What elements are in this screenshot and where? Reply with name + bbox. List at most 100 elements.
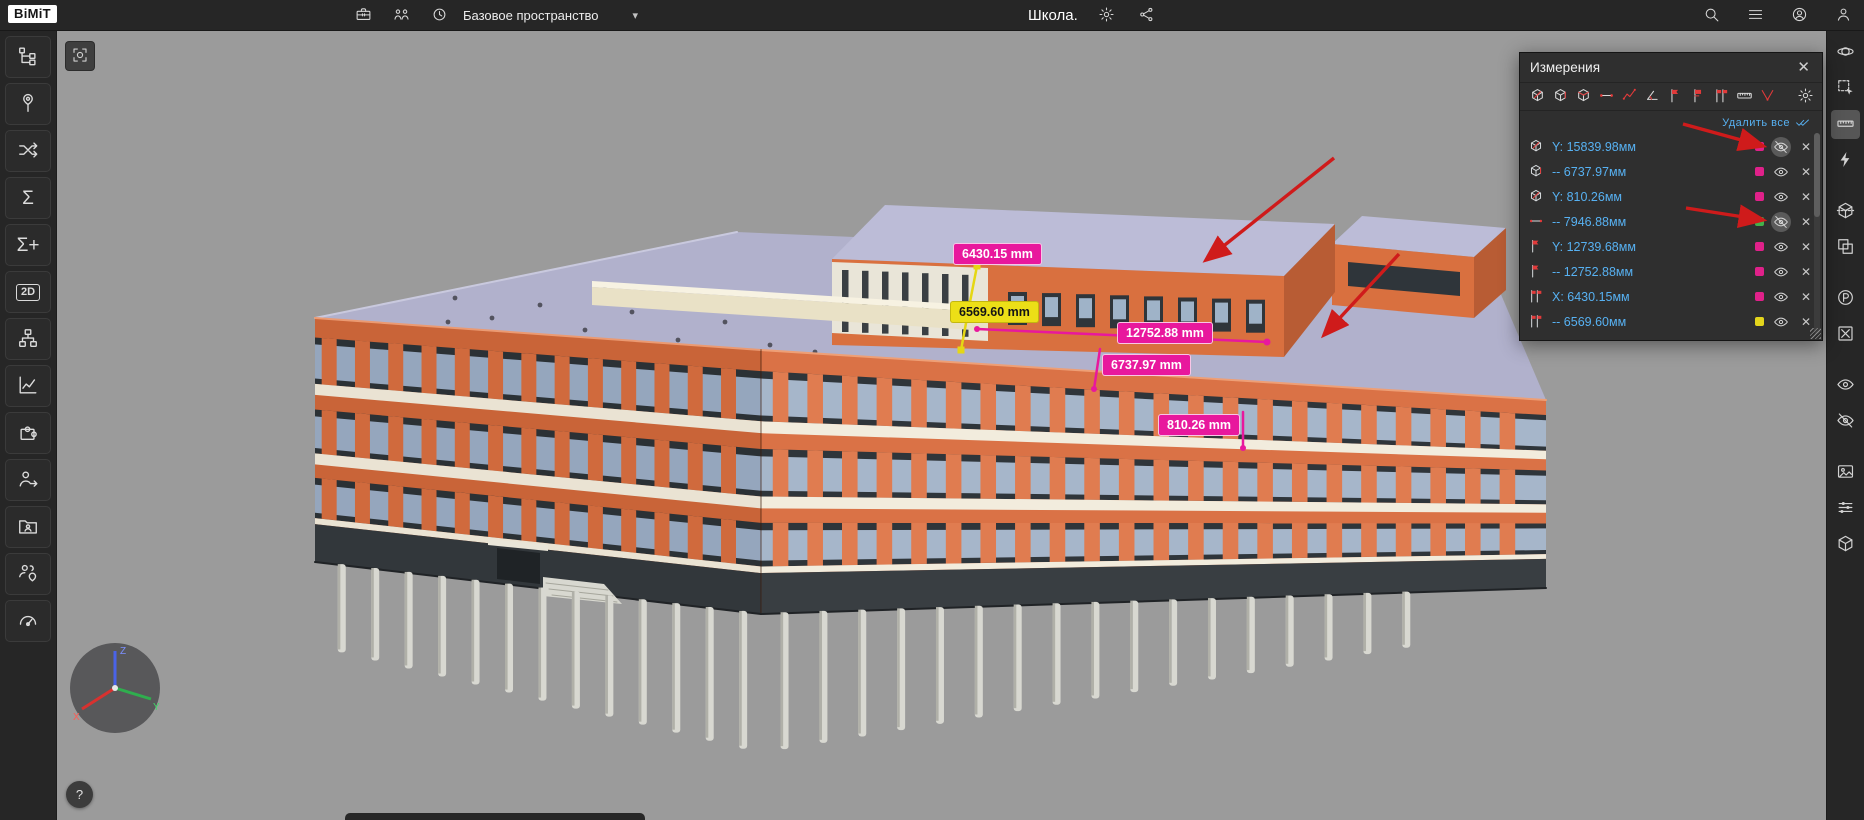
measure-tool[interactable] <box>1831 110 1860 139</box>
user-tasks[interactable] <box>5 459 51 501</box>
measurement-settings[interactable] <box>1794 86 1816 107</box>
visibility-off-button[interactable] <box>1771 212 1791 232</box>
orbit-icon <box>1836 42 1855 64</box>
team-button[interactable] <box>388 3 414 29</box>
shuffle-icon <box>17 139 39 164</box>
visibility-on-button[interactable] <box>1771 237 1791 257</box>
remove-measurement-button[interactable]: ✕ <box>1798 237 1814 257</box>
measure-ruler[interactable] <box>1733 86 1755 107</box>
measure-angle[interactable] <box>1641 86 1663 107</box>
measure-flag[interactable] <box>1664 86 1686 107</box>
analytics[interactable] <box>5 365 51 407</box>
measure-bbox-face[interactable] <box>1572 86 1594 107</box>
measurement-value: -- 12752.88мм <box>1552 265 1748 279</box>
color-swatch <box>1755 317 1764 326</box>
search-button[interactable] <box>1698 3 1724 29</box>
visibility-on-button[interactable] <box>1771 262 1791 282</box>
toolbox-icon <box>355 6 372 26</box>
history-button[interactable] <box>426 3 452 29</box>
visibility-on-button[interactable] <box>1771 287 1791 307</box>
show-tool[interactable] <box>1831 371 1860 400</box>
structure[interactable] <box>5 318 51 360</box>
t-bbox-icon <box>1528 188 1545 205</box>
t-bbox-x-icon <box>1528 163 1545 180</box>
visibility-on-button[interactable] <box>1771 312 1791 332</box>
snapshot-tool[interactable] <box>1831 458 1860 487</box>
probe-icon <box>17 92 39 117</box>
t-flag-icon <box>1667 87 1684 107</box>
measurement-row: X: 6430.15мм ✕ <box>1520 284 1822 309</box>
clash-detection[interactable] <box>5 130 51 172</box>
menu-button[interactable] <box>1742 3 1768 29</box>
people-pin-icon <box>17 562 39 587</box>
dashboard[interactable] <box>5 600 51 642</box>
visibility-on-button[interactable] <box>1771 187 1791 207</box>
measurement-row: Y: 810.26мм✕ <box>1520 184 1822 209</box>
profile-button[interactable] <box>1830 3 1856 29</box>
filter-tool[interactable] <box>1831 494 1860 523</box>
layers-tool[interactable] <box>1831 233 1860 262</box>
section-box-tool[interactable] <box>1831 197 1860 226</box>
account-icon <box>1791 6 1808 26</box>
measure-markup[interactable] <box>1756 86 1778 107</box>
color-swatch <box>1755 142 1764 151</box>
measurement-row: -- 6737.97мм✕ <box>1520 159 1822 184</box>
org-icon <box>17 327 39 352</box>
clip-plane-tool[interactable] <box>1831 320 1860 349</box>
hide-tool[interactable] <box>1831 407 1860 436</box>
measure-bbox-edge[interactable] <box>1549 86 1571 107</box>
visibility-off-button[interactable] <box>1771 137 1791 157</box>
t-flags-icon <box>1528 288 1545 305</box>
summary[interactable]: Σ <box>5 177 51 219</box>
axis-x-label: X <box>73 712 80 723</box>
panel-resize-handle[interactable] <box>1810 328 1821 339</box>
measurement-value: X: 6430.15мм <box>1552 290 1748 304</box>
model-tree[interactable] <box>5 36 51 78</box>
measure-bbox[interactable] <box>1526 86 1548 107</box>
toolbox-button[interactable] <box>350 3 376 29</box>
parking-icon <box>1836 288 1855 310</box>
orbit-tool[interactable] <box>1831 38 1860 67</box>
t-bbox-icon <box>1528 138 1545 155</box>
remove-measurement-button[interactable]: ✕ <box>1798 262 1814 282</box>
panel-scrollbar[interactable] <box>1814 133 1820 334</box>
workspace-selector[interactable]: Базовое пространство ▾ <box>463 0 638 31</box>
remove-measurement-button[interactable]: ✕ <box>1798 137 1814 157</box>
remove-measurement-button[interactable]: ✕ <box>1798 187 1814 207</box>
shared-projects[interactable] <box>5 506 51 548</box>
panel-title: Измерения <box>1530 60 1600 75</box>
measure-flag-edge[interactable] <box>1687 86 1709 107</box>
app-logo[interactable]: BiMiT <box>8 5 57 23</box>
help-button[interactable]: ? <box>66 781 93 808</box>
focus-button[interactable] <box>66 42 94 70</box>
quick-actions[interactable] <box>1831 146 1860 175</box>
right-toolbar <box>1826 31 1864 820</box>
plugins[interactable] <box>5 412 51 454</box>
measure-polyline[interactable] <box>1618 86 1640 107</box>
visibility-on-button[interactable] <box>1771 162 1791 182</box>
settings-button[interactable] <box>1094 3 1120 29</box>
layers-icon <box>1836 237 1855 259</box>
t-flag2-icon <box>1690 87 1707 107</box>
remove-measurement-button[interactable]: ✕ <box>1798 162 1814 182</box>
folder-icon <box>17 515 39 540</box>
workspace-label: Базовое пространство <box>463 8 599 23</box>
probe-tool[interactable] <box>5 83 51 125</box>
team-presence[interactable] <box>5 553 51 595</box>
drawings-2d[interactable]: 2D <box>5 271 51 313</box>
delete-all-row: Удалить все <box>1520 111 1822 132</box>
share-button[interactable] <box>1134 3 1160 29</box>
remove-measurement-button[interactable]: ✕ <box>1798 287 1814 307</box>
parking-tool[interactable] <box>1831 284 1860 313</box>
close-icon[interactable]: ✕ <box>1795 58 1812 77</box>
summary-add[interactable]: Σ+ <box>5 224 51 266</box>
double-check-icon <box>1795 115 1810 130</box>
account-button[interactable] <box>1786 3 1812 29</box>
delete-all-button[interactable]: Удалить все <box>1722 117 1790 129</box>
select-tool[interactable] <box>1831 74 1860 103</box>
remove-measurement-button[interactable]: ✕ <box>1798 212 1814 232</box>
measure-flags[interactable] <box>1710 86 1732 107</box>
model-cube-tool[interactable] <box>1831 530 1860 559</box>
navigation-gizmo[interactable]: Z X Y <box>65 638 165 738</box>
measure-point-to-point[interactable] <box>1595 86 1617 107</box>
